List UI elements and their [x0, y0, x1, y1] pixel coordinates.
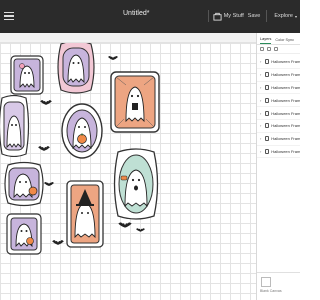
layer-row[interactable]: › Halloween Frames [257, 69, 300, 82]
bat-icon [40, 100, 52, 105]
layer-thumbnail-icon [264, 97, 270, 103]
layer-label: Halloween Frames [271, 110, 300, 116]
chevron-right-icon[interactable]: › [260, 123, 263, 128]
ghost-frame-8[interactable] [66, 173, 104, 249]
chevron-right-icon[interactable]: › [260, 149, 263, 154]
bat-icon [44, 182, 54, 186]
bat-icon [136, 228, 145, 232]
chevron-right-icon[interactable]: › [260, 98, 263, 103]
ghost-frame-6[interactable] [2, 161, 46, 207]
layer-tools [257, 45, 300, 54]
my-stuff-link[interactable]: My Stuff [224, 13, 244, 19]
layer-row[interactable]: › Halloween Frames [257, 82, 300, 95]
layer-label: Halloween Frames [271, 136, 300, 142]
project-title: Untitled* [123, 10, 150, 17]
layer-row[interactable]: › Halloween Frames [257, 120, 300, 133]
ghost-frame-2[interactable] [55, 43, 97, 94]
blank-canvas-label: Blank Canvas [260, 289, 282, 293]
layers-panel: Layers Color Sync › Halloween Frames › H… [256, 33, 300, 300]
ghost-frame-1[interactable] [10, 55, 44, 95]
ghost-frame-5[interactable] [110, 71, 160, 133]
ungroup-icon[interactable] [267, 47, 271, 51]
save-button[interactable]: Save [248, 13, 261, 19]
layer-thumbnail-icon [264, 72, 270, 78]
layer-row[interactable]: › Halloween Frames [257, 146, 300, 159]
explore-label: Explore [274, 13, 293, 19]
blank-canvas-section: Blank Canvas [257, 272, 300, 300]
chevron-down-icon: ▾ [294, 13, 297, 19]
tab-color-sync[interactable]: Color Sync [275, 38, 294, 44]
group-icon[interactable] [260, 47, 264, 51]
layer-label: Halloween Frames [271, 97, 300, 103]
chevron-right-icon[interactable]: › [260, 85, 263, 90]
bat-icon [118, 222, 132, 228]
edit-toolbar [0, 33, 256, 43]
layer-label: Halloween Frames [271, 72, 300, 78]
bat-icon [52, 240, 64, 245]
layer-thumbnail-icon [264, 148, 270, 154]
ghost-frame-9[interactable] [112, 148, 160, 220]
design-canvas[interactable] [0, 43, 256, 300]
explore-button[interactable]: Explore ▾ [274, 13, 297, 19]
layer-label: Halloween Frames [271, 59, 300, 65]
bat-icon [38, 146, 50, 151]
my-stuff-icon[interactable] [213, 12, 222, 21]
chevron-right-icon[interactable]: › [260, 72, 263, 77]
layer-label: Halloween Frames [271, 148, 300, 154]
layer-thumbnail-icon [264, 123, 270, 129]
layer-label: Halloween Frames [271, 123, 300, 129]
ghost-frame-4[interactable] [60, 102, 104, 160]
ghost-frame-3[interactable] [0, 95, 30, 157]
layer-row[interactable]: › Halloween Frames [257, 133, 300, 146]
layer-thumbnail-icon [264, 59, 270, 65]
layer-thumbnail-icon [264, 84, 270, 90]
menu-icon[interactable] [4, 12, 14, 20]
layer-thumbnail-icon [264, 110, 270, 116]
layer-thumbnail-icon [264, 136, 270, 142]
chevron-right-icon[interactable]: › [260, 136, 263, 141]
tab-layers[interactable]: Layers [260, 37, 272, 44]
layer-list: › Halloween Frames › Halloween Frames › … [257, 54, 300, 159]
layer-row[interactable]: › Halloween Frames [257, 107, 300, 120]
top-bar: Untitled* My Stuff Save Explore ▾ [0, 0, 300, 33]
panel-tabs: Layers Color Sync [257, 33, 300, 45]
divider [266, 10, 268, 22]
layer-row[interactable]: › Halloween Frames [257, 94, 300, 108]
duplicate-icon[interactable] [274, 47, 278, 51]
layer-row[interactable]: › Halloween Frames [257, 56, 300, 69]
chevron-right-icon[interactable]: › [260, 59, 263, 64]
blank-canvas-swatch[interactable] [261, 277, 271, 287]
bat-icon [108, 56, 118, 60]
divider [207, 10, 209, 22]
ghost-frame-7[interactable] [6, 213, 42, 255]
layer-label: Halloween Frames [271, 84, 300, 90]
chevron-right-icon[interactable]: › [260, 111, 263, 116]
